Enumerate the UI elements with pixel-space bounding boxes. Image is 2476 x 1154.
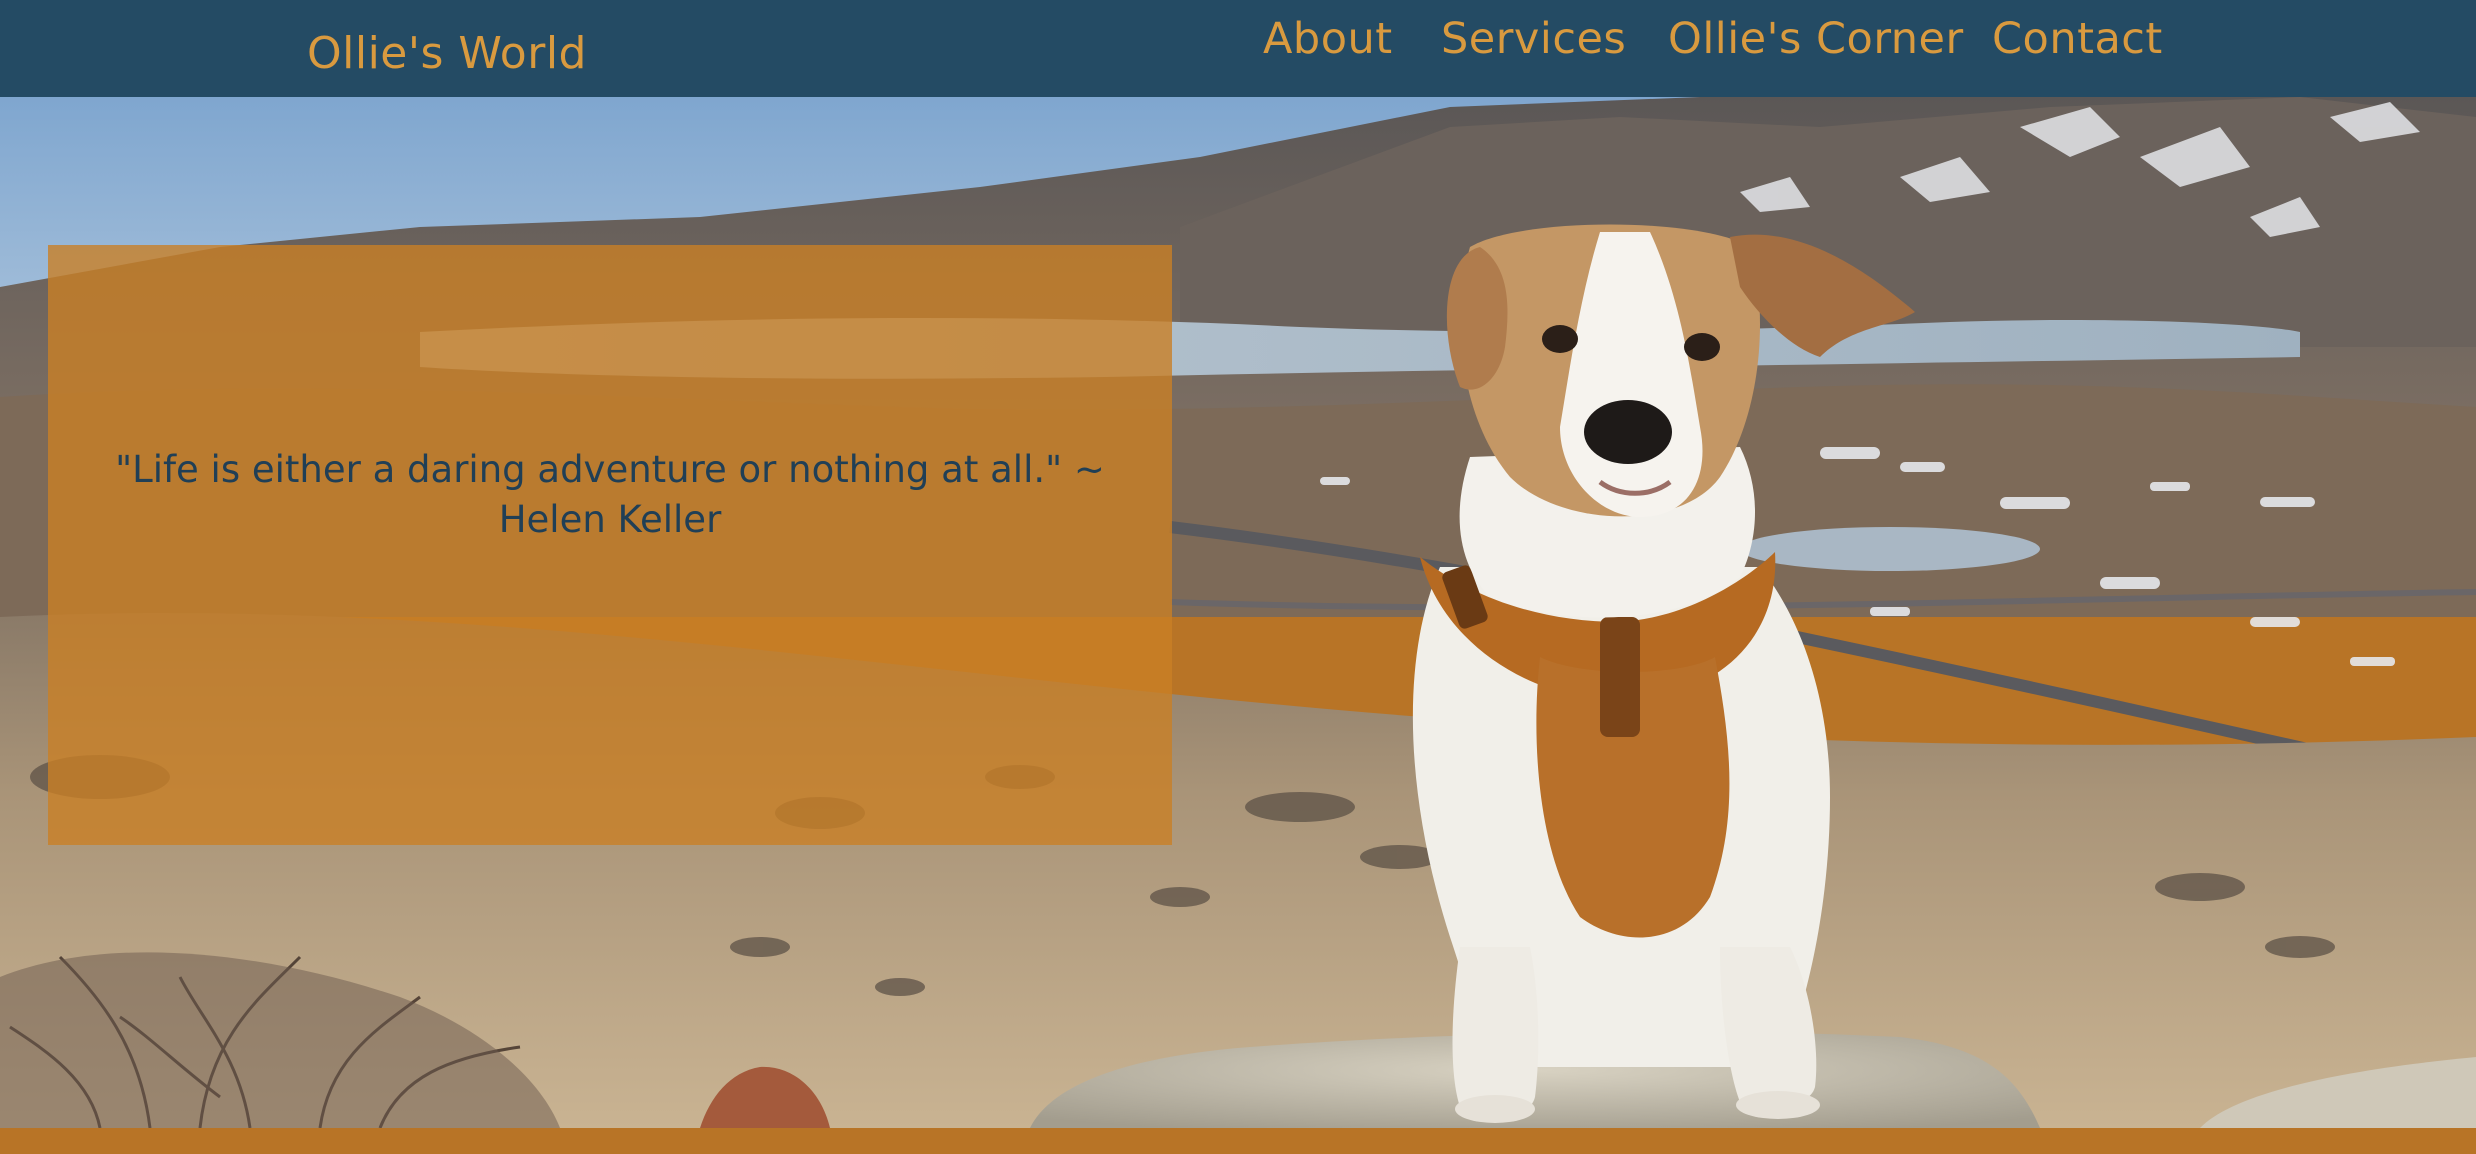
quote-card: "Life is either a daring adventure or no…	[48, 245, 1172, 845]
hero-quote: "Life is either a daring adventure or no…	[115, 448, 1105, 541]
footer-strip	[0, 1128, 2476, 1154]
nav-link-about[interactable]: About	[1263, 14, 1393, 64]
nav-link-contact[interactable]: Contact	[1992, 14, 2163, 64]
page: Ollie's World About Services Ollie's Cor…	[0, 0, 2476, 1154]
site-logo-link[interactable]: Ollie's World	[307, 28, 587, 79]
nav-link-services[interactable]: Services	[1441, 14, 1626, 64]
hero-section: "Life is either a daring adventure or no…	[0, 97, 2476, 1128]
top-navbar: Ollie's World About Services Ollie's Cor…	[0, 0, 2476, 97]
nav-link-ollies-corner[interactable]: Ollie's Corner	[1668, 14, 1964, 64]
